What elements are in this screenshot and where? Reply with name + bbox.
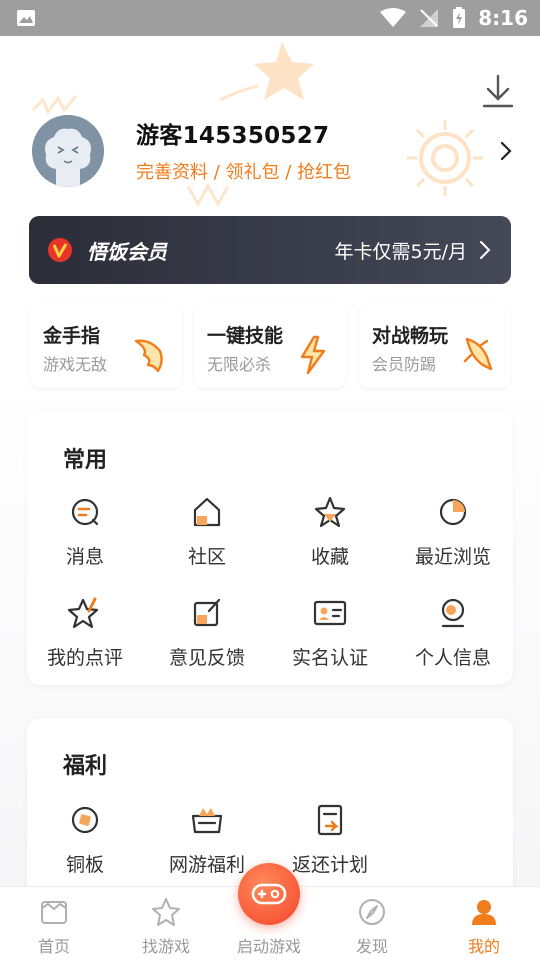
tab-home[interactable]: 首页 [0,887,108,960]
gift-box-icon [191,808,223,834]
vip-title: 悟饭会员 [87,240,167,264]
grid-item-coins[interactable]: 铜板 [24,802,146,877]
wing-icon [134,339,163,373]
wifi-icon [380,8,407,27]
no-signal-icon [420,9,439,27]
gamepad-icon [251,883,287,905]
home-icon [41,901,67,924]
feature-subtitle: 无限必杀 [207,355,272,374]
compass-icon [359,899,385,925]
me-icon [472,900,496,925]
grid-item-label: 社区 [187,546,226,568]
download-icon[interactable] [480,72,516,112]
grid-item-community[interactable]: 社区 [146,494,268,569]
tab-label: 我的 [467,937,500,956]
battery-icon [453,7,466,28]
vip-offer: 年卡仅需5元/月 [334,241,468,263]
launch-game-button[interactable] [238,863,300,925]
tab-discover[interactable]: 发现 [318,887,426,960]
feature-title: 一键技能 [207,325,284,347]
common-section: 常用 消息 社区 收藏 最近浏览 我的点评 意见反馈 实名认证 个人信息 [27,410,513,685]
recent-icon [439,498,467,526]
id-card-icon [313,600,347,626]
feature-title: 金手指 [43,325,101,347]
tab-find-game[interactable]: 找游戏 [112,887,220,960]
review-icon [67,597,99,629]
grid-item-label: 个人信息 [414,647,491,669]
grid-item-feedback[interactable]: 意见反馈 [146,595,268,670]
username[interactable]: 游客145350527 [136,116,329,150]
tab-label: 发现 [355,937,388,956]
chevron-right-icon [480,241,491,259]
rocket-icon [463,337,493,371]
grid-item-label: 意见反馈 [168,647,245,669]
feature-subtitle: 会员防踢 [372,355,437,374]
feature-card-battle-play[interactable]: 对战畅玩 会员防踢 [359,303,511,388]
grid-item-label: 消息 [65,546,104,568]
sun-decoration-icon [407,120,483,196]
grid-item-real-name-verification[interactable]: 实名认证 [269,595,391,670]
profile-subtitle[interactable]: 完善资料 / 领礼包 / 抢红包 [136,158,351,184]
tab-label: 首页 [37,937,70,956]
lightning-icon [300,335,326,375]
clock: 8:16 [478,6,528,30]
community-icon [193,497,221,527]
message-icon [71,498,99,526]
grid-item-label: 收藏 [310,546,349,568]
chevron-right-icon[interactable] [498,140,514,162]
vip-banner[interactable]: 悟饭会员 年卡仅需5元/月 [29,216,511,284]
default-avatar-icon [32,115,104,187]
tab-label: 找游戏 [141,937,190,956]
person-icon [441,598,465,628]
zigzag-decoration-icon [186,182,230,208]
grid-item-label: 最近浏览 [414,546,491,568]
grid-item-my-reviews[interactable]: 我的点评 [24,595,146,670]
feature-subtitle: 游戏无敌 [43,355,108,374]
grid-item-favorites[interactable]: 收藏 [269,494,391,569]
tab-label: 启动游戏 [236,937,301,956]
grid-item-message[interactable]: 消息 [24,494,146,569]
grid-item-recent[interactable]: 最近浏览 [392,494,514,569]
section-title: 福利 [63,754,108,779]
grid-item-label: 实名认证 [291,647,368,669]
star-icon [314,496,346,528]
tab-me[interactable]: 我的 [430,887,538,960]
coin-icon [71,806,99,834]
avatar[interactable] [32,115,104,187]
find-game-icon [152,898,180,926]
feature-card-gold-finger[interactable]: 金手指 游戏无敌 [30,303,182,388]
status-bar: 8:16 [0,0,540,36]
feature-title: 对战畅玩 [372,325,449,347]
rebate-icon [317,804,343,836]
feedback-icon [193,598,221,627]
grid-item-label: 铜板 [65,854,104,876]
gallery-icon [17,10,35,26]
grid-item-personal-info[interactable]: 个人信息 [392,595,514,670]
section-title: 常用 [63,448,108,473]
vip-badge-icon [48,238,72,262]
feature-card-one-key-skill[interactable]: 一键技能 无限必杀 [194,303,346,388]
grid-item-label: 我的点评 [46,647,123,669]
